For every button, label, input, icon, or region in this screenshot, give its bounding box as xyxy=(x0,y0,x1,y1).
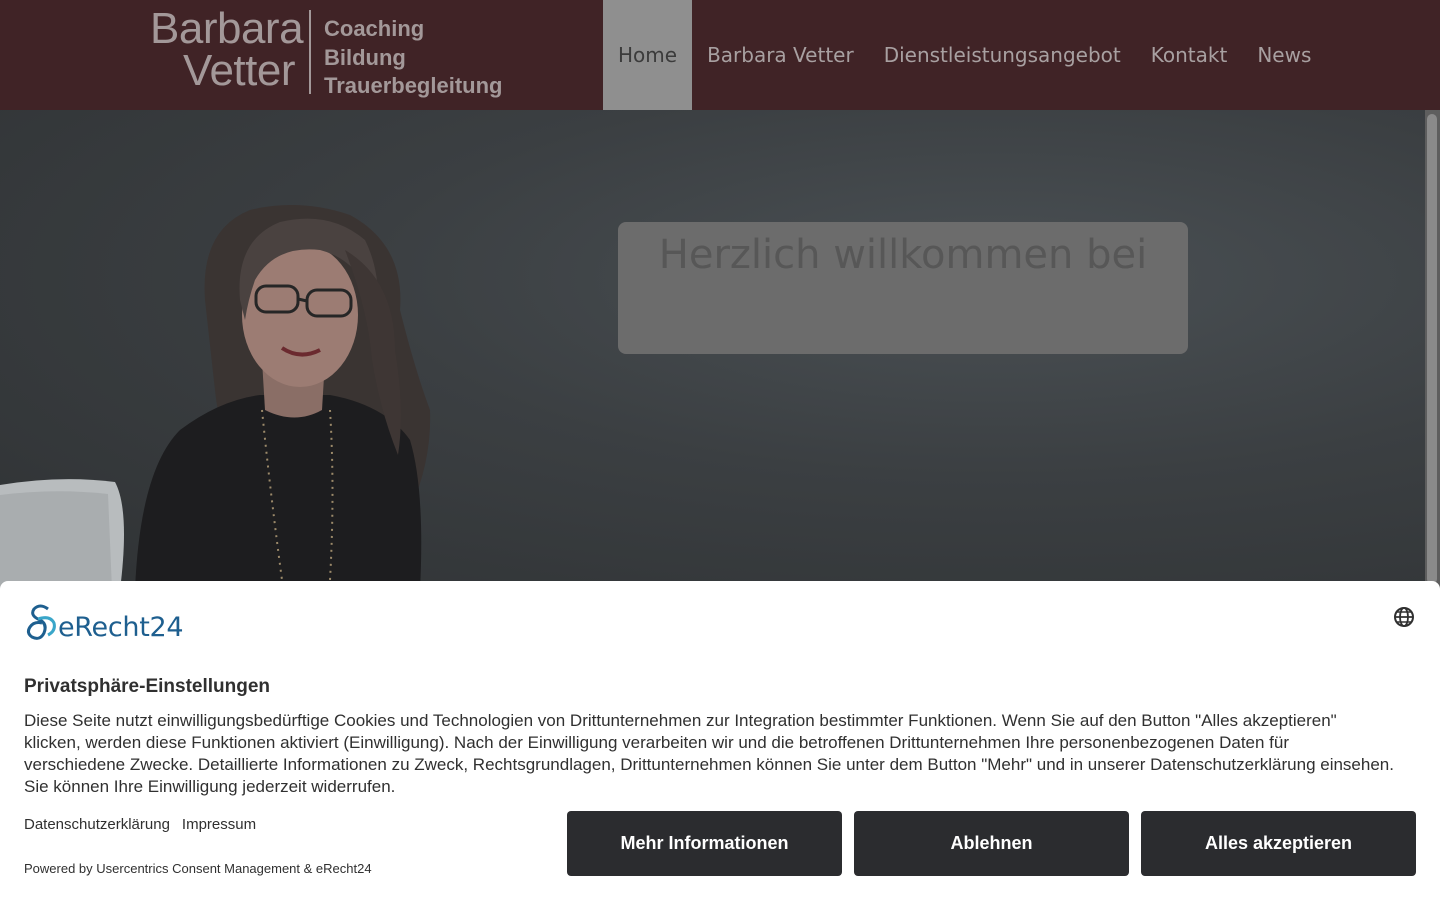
logo-tag-trauerbegleitung: Trauerbegleitung xyxy=(324,73,503,98)
imprint-link[interactable]: Impressum xyxy=(182,816,256,833)
main-nav: Home Barbara Vetter Dienstleistungsangeb… xyxy=(603,0,1326,110)
logo-last-name: Vetter xyxy=(183,46,295,95)
accept-all-button[interactable]: Alles akzeptieren xyxy=(1141,811,1416,876)
nav-item-barbara-vetter[interactable]: Barbara Vetter xyxy=(692,0,869,110)
logo-first-name: Barbara xyxy=(150,4,304,53)
welcome-box: Herzlich willkommen bei xyxy=(618,222,1188,354)
privacy-policy-link[interactable]: Datenschutzerklärung xyxy=(24,816,170,833)
consent-description: Diese Seite nutzt einwilligungsbedürftig… xyxy=(24,711,1394,796)
logo-tagline: Coaching Bildung Trauerbegleitung xyxy=(324,15,502,101)
more-information-button[interactable]: Mehr Informationen xyxy=(567,811,842,876)
nav-item-dienstleistungsangebot[interactable]: Dienstleistungsangebot xyxy=(869,0,1136,110)
logo-name: Barbara Vetter xyxy=(150,4,304,95)
nav-item-kontakt[interactable]: Kontakt xyxy=(1136,0,1243,110)
logo-divider xyxy=(309,10,311,94)
welcome-heading: Herzlich willkommen bei xyxy=(658,232,1148,278)
brand-name: eRecht24 xyxy=(58,612,184,643)
cookie-consent-banner: eRecht24 Privatsphäre-Einstellungen Dies… xyxy=(0,581,1440,900)
logo-tag-coaching: Coaching xyxy=(324,16,425,41)
logo-tag-bildung: Bildung xyxy=(324,44,406,70)
nav-item-news[interactable]: News xyxy=(1242,0,1326,110)
erecht24-logo: eRecht24 xyxy=(24,603,194,643)
site-header: Barbara Vetter Coaching Bildung Trauerbe… xyxy=(0,0,1440,110)
nav-item-home[interactable]: Home xyxy=(603,0,693,110)
powered-by-text: Powered by Usercentrics Consent Manageme… xyxy=(24,861,372,876)
erecht24-mark-icon xyxy=(26,604,56,640)
consent-links: Datenschutzerklärung Impressum xyxy=(24,816,256,833)
deny-button[interactable]: Ablehnen xyxy=(854,811,1129,876)
scrollbar-thumb[interactable] xyxy=(1427,114,1437,584)
hero-section: Herzlich willkommen bei xyxy=(0,110,1425,590)
site-logo[interactable]: Barbara Vetter Coaching Bildung Trauerbe… xyxy=(150,4,530,101)
consent-title: Privatsphäre-Einstellungen xyxy=(24,676,271,697)
globe-icon[interactable] xyxy=(1393,606,1415,628)
page-scrollbar[interactable] xyxy=(1425,110,1440,590)
